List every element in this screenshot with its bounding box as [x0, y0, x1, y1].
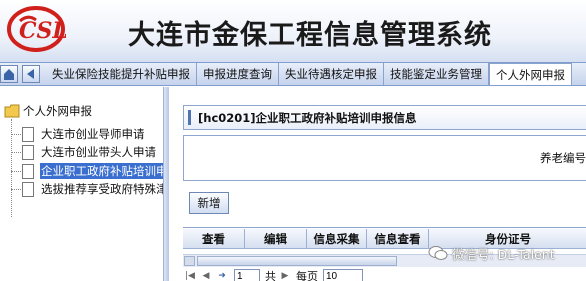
col-info-collect[interactable]: 信息采集: [307, 229, 367, 249]
tab-skill-assessment[interactable]: 技能鉴定业务管理: [384, 63, 489, 85]
document-icon: [22, 144, 34, 160]
panel-title: [hc0201]企业职工政府补贴培训申报信息: [198, 111, 417, 125]
sidebar-tree: 个人外网申报 大连市创业导师申请 大连市创业带头人申请 企业职工政府补贴培训申报…: [0, 87, 180, 281]
app-title: 大连市金保工程信息管理系统: [128, 20, 492, 51]
back-button[interactable]: [22, 65, 40, 83]
tree-item-label: 企业职工政府补贴培训申报: [40, 163, 180, 179]
query-form: 养老编号: [183, 135, 586, 181]
pager-total-label: 共: [265, 270, 276, 281]
col-view[interactable]: 查看: [183, 229, 245, 249]
nav-tabs: 失业保险技能提升补贴申报 申报进度查询 失业待遇核定申报 技能鉴定业务管理 个人…: [46, 63, 572, 85]
tab-personal-online[interactable]: 个人外网申报: [489, 63, 572, 85]
next-page-icon[interactable]: ▶: [278, 270, 292, 281]
app-window: CSL 大连市金保工程信息管理系统 失业保险技能提升补贴申报 申报进度查询 失业…: [0, 0, 586, 281]
tree-connector-h: [11, 152, 21, 153]
tree-item-label: 大连市创业导师申请: [41, 127, 145, 141]
svg-text:CSL: CSL: [19, 18, 66, 44]
add-button[interactable]: 新增: [189, 192, 229, 214]
per-page-select[interactable]: [323, 269, 363, 281]
page-number-input[interactable]: [234, 269, 260, 281]
wechat-icon: [428, 246, 448, 260]
tree-item-training-subsidy[interactable]: 企业职工政府补贴培训申报: [22, 163, 180, 179]
watermark-text: 微信号: DL-Talent: [452, 246, 555, 262]
prev-page-icon[interactable]: ◀: [199, 270, 213, 281]
top-nav-bar: 失业保险技能提升补贴申报 申报进度查询 失业待遇核定申报 技能鉴定业务管理 个人…: [0, 62, 586, 86]
scroll-left-icon[interactable]: [184, 256, 195, 266]
tab-progress-query[interactable]: 申报进度查询: [197, 63, 279, 85]
per-page-label: 每页: [296, 270, 318, 281]
scroll-thumb[interactable]: [197, 256, 397, 266]
pager-arrow-icon[interactable]: ➜: [215, 270, 229, 281]
csl-logo: CSL: [7, 6, 66, 52]
document-icon: [22, 181, 34, 197]
tab-unemployment-approval[interactable]: 失业待遇核定申报: [279, 63, 384, 85]
tree-root-label: 个人外网申报: [23, 104, 92, 118]
tree-item-startup-leader[interactable]: 大连市创业带头人申请: [22, 144, 157, 160]
home-icon: [4, 69, 14, 80]
pager: |◀ ◀ ➜ 共 ▶ 每页: [183, 268, 586, 281]
tree-item-label: 大连市创业带头人申请: [41, 145, 156, 159]
col-info-view[interactable]: 信息查看: [367, 229, 429, 249]
tree-connector-h: [11, 171, 21, 172]
document-icon: [22, 126, 34, 142]
col-edit[interactable]: 编辑: [245, 229, 307, 249]
pension-number-label: 养老编号: [540, 151, 586, 165]
tree-root[interactable]: 个人外网申报: [4, 103, 92, 119]
folder-icon: [4, 104, 20, 118]
first-page-icon[interactable]: |◀: [183, 270, 197, 281]
tree-connector-h: [11, 134, 21, 135]
document-icon: [22, 163, 34, 179]
home-button[interactable]: [0, 65, 18, 83]
panel-header: [hc0201]企业职工政府补贴培训申报信息: [183, 105, 586, 130]
tab-skill-subsidy[interactable]: 失业保险技能提升补贴申报: [46, 63, 197, 85]
app-header: CSL 大连市金保工程信息管理系统: [0, 0, 586, 62]
tree-connector-h: [11, 189, 21, 190]
wechat-watermark: 微信号: DL-Talent: [428, 243, 555, 263]
back-arrow-icon: [27, 69, 34, 79]
tree-item-label: 选拔推荐享受政府特殊津贴: [41, 182, 179, 196]
tree-item-startup-mentor[interactable]: 大连市创业导师申请: [22, 126, 146, 142]
title-accent-bar: [188, 110, 191, 125]
tree-item-special-allowance[interactable]: 选拔推荐享受政府特殊津贴: [22, 181, 180, 197]
